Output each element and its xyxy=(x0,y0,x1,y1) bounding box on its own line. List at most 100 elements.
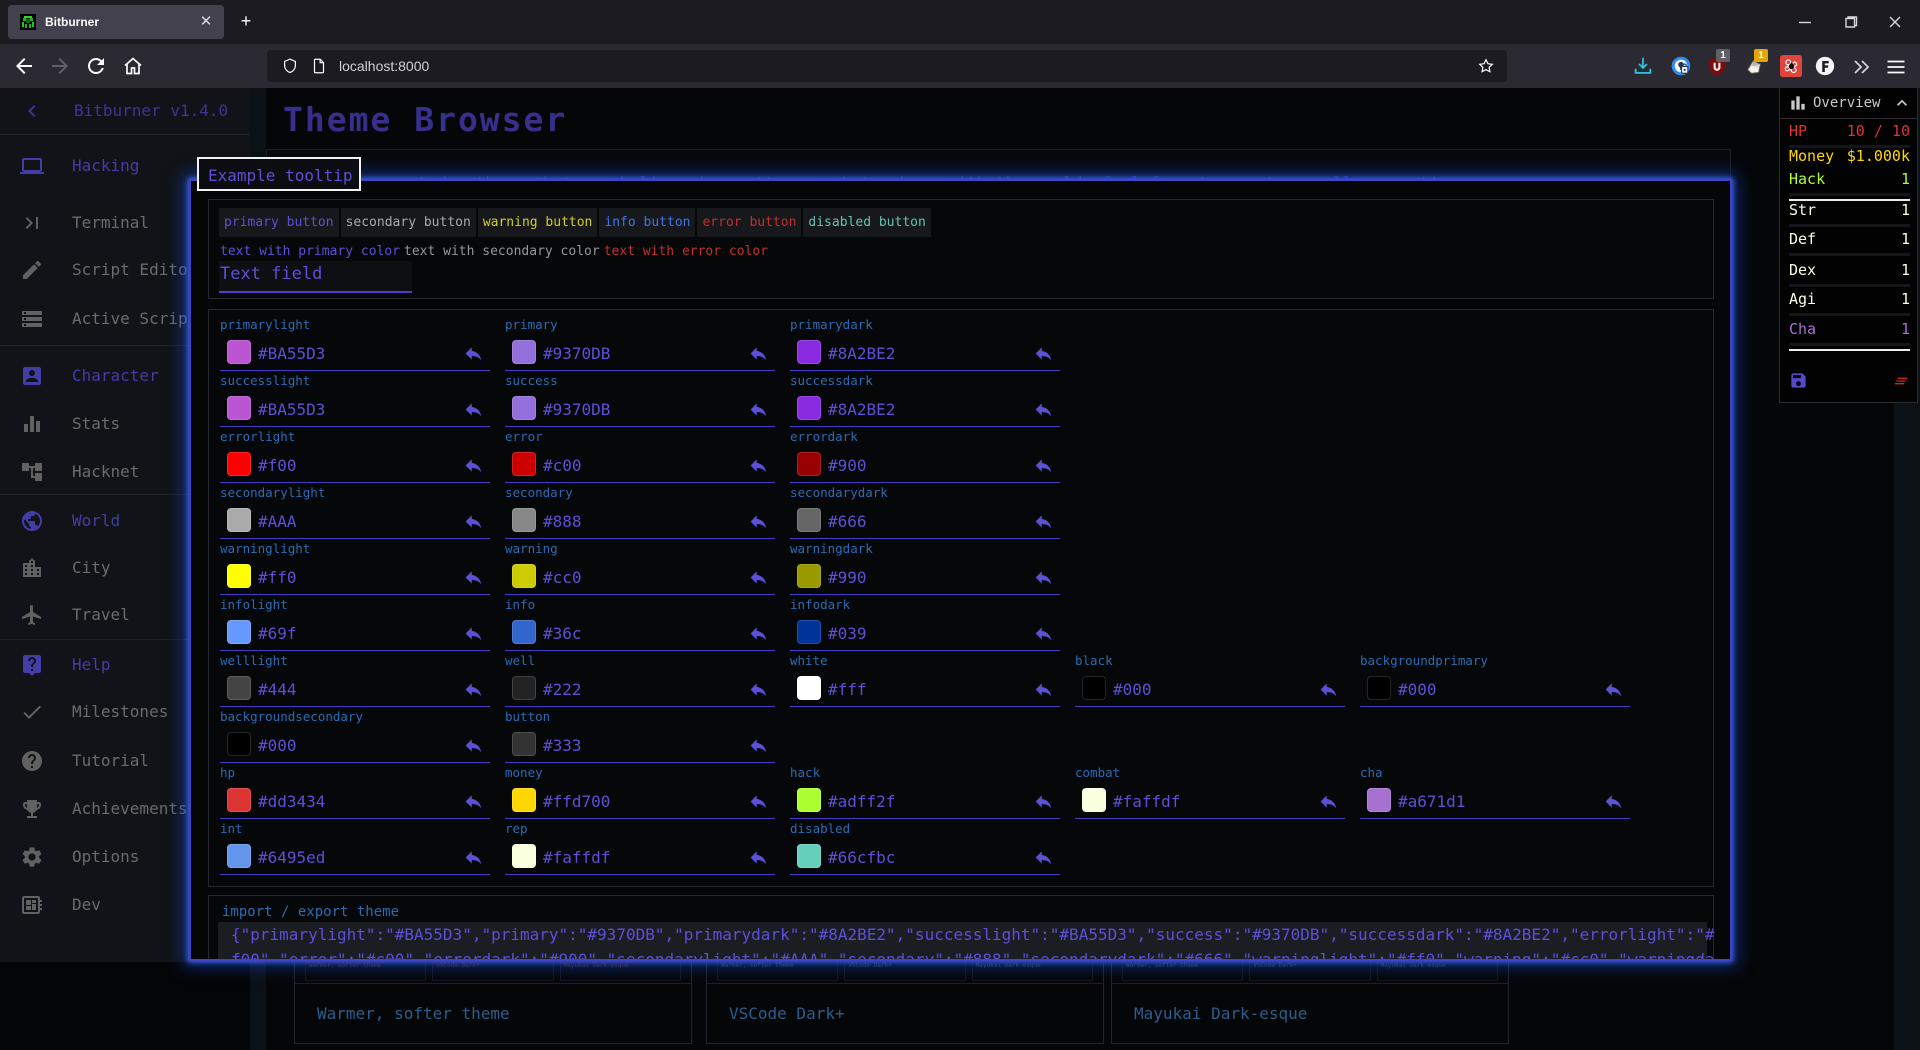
reset-color-icon[interactable] xyxy=(1033,455,1054,476)
color-hex-value[interactable]: #444 xyxy=(258,680,297,699)
color-swatch[interactable] xyxy=(227,564,251,588)
color-swatch[interactable] xyxy=(227,452,251,476)
forward-button[interactable] xyxy=(48,54,72,78)
color-swatch[interactable] xyxy=(227,732,251,756)
color-swatch[interactable] xyxy=(1367,676,1391,700)
color-swatch[interactable] xyxy=(797,676,821,700)
color-hex-value[interactable]: #cc0 xyxy=(543,568,582,587)
new-tab-button[interactable]: + xyxy=(236,12,256,32)
reset-color-icon[interactable] xyxy=(1318,679,1339,700)
reset-color-icon[interactable] xyxy=(1033,567,1054,588)
color-swatch[interactable] xyxy=(797,844,821,868)
color-hex-value[interactable]: #dd3434 xyxy=(258,792,325,811)
error-button[interactable]: error button xyxy=(697,208,801,237)
reset-color-icon[interactable] xyxy=(1033,623,1054,644)
container-extension-icon[interactable] xyxy=(1814,55,1836,77)
color-swatch[interactable] xyxy=(512,396,536,420)
color-swatch[interactable] xyxy=(1082,676,1106,700)
reset-color-icon[interactable] xyxy=(463,679,484,700)
color-hex-value[interactable]: #c00 xyxy=(543,456,582,475)
reset-color-icon[interactable] xyxy=(1603,791,1624,812)
color-hex-value[interactable]: #000 xyxy=(1113,680,1152,699)
reset-color-icon[interactable] xyxy=(463,455,484,476)
reset-color-icon[interactable] xyxy=(1033,847,1054,868)
color-hex-value[interactable]: #9370DB xyxy=(543,400,610,419)
password-manager-extension-icon[interactable] xyxy=(1670,55,1692,77)
reset-color-icon[interactable] xyxy=(463,847,484,868)
color-hex-value[interactable]: #222 xyxy=(543,680,582,699)
color-hex-value[interactable]: #000 xyxy=(1398,680,1437,699)
color-swatch[interactable] xyxy=(1367,788,1391,812)
reset-color-icon[interactable] xyxy=(1033,399,1054,420)
color-swatch[interactable] xyxy=(227,620,251,644)
color-swatch[interactable] xyxy=(797,788,821,812)
character-overview-panel[interactable]: Overview HP 10 / 10Money $1.000kHack 1St… xyxy=(1779,88,1918,403)
color-swatch[interactable] xyxy=(1082,788,1106,812)
color-swatch[interactable] xyxy=(512,732,536,756)
color-swatch[interactable] xyxy=(512,452,536,476)
reset-color-icon[interactable] xyxy=(748,735,769,756)
script-manager-extension-icon[interactable]: 1 xyxy=(1744,55,1766,77)
downloads-icon[interactable] xyxy=(1632,55,1654,77)
color-swatch[interactable] xyxy=(512,676,536,700)
window-maximize-button[interactable] xyxy=(1838,10,1862,34)
reset-color-icon[interactable] xyxy=(1033,343,1054,364)
url-text[interactable]: localhost:8000 xyxy=(339,58,1477,74)
color-hex-value[interactable]: #fff xyxy=(828,680,867,699)
toolbar-overflow-icon[interactable] xyxy=(1849,55,1873,79)
color-hex-value[interactable]: #69f xyxy=(258,624,297,643)
color-hex-value[interactable]: #66cfbc xyxy=(828,848,895,867)
color-hex-value[interactable]: #666 xyxy=(828,512,867,531)
color-hex-value[interactable]: #6495ed xyxy=(258,848,325,867)
theme-card-3[interactable]: Warmer, softer theme VSCode Dark+ Mayuka… xyxy=(1111,950,1509,1044)
save-game-icon[interactable] xyxy=(1789,371,1808,390)
color-hex-value[interactable]: #f00 xyxy=(258,456,297,475)
privacy-extension-icon[interactable] xyxy=(1780,55,1802,77)
reset-color-icon[interactable] xyxy=(463,791,484,812)
overview-collapse-icon[interactable] xyxy=(1892,93,1912,113)
page-info-icon[interactable] xyxy=(310,57,328,75)
color-hex-value[interactable]: #9370DB xyxy=(543,344,610,363)
color-swatch[interactable] xyxy=(797,452,821,476)
reset-color-icon[interactable] xyxy=(1033,679,1054,700)
kill-scripts-icon[interactable] xyxy=(1892,373,1910,389)
color-swatch[interactable] xyxy=(512,508,536,532)
reset-color-icon[interactable] xyxy=(748,511,769,532)
color-hex-value[interactable]: #8A2BE2 xyxy=(828,344,895,363)
color-swatch[interactable] xyxy=(512,564,536,588)
color-hex-value[interactable]: #36c xyxy=(543,624,582,643)
reset-color-icon[interactable] xyxy=(748,567,769,588)
shield-icon[interactable] xyxy=(281,57,299,75)
color-hex-value[interactable]: #888 xyxy=(543,512,582,531)
color-hex-value[interactable]: #ffd700 xyxy=(543,792,610,811)
home-button[interactable] xyxy=(121,54,145,78)
browser-tab[interactable]: Bitburner ✕ xyxy=(8,5,224,39)
example-text-field[interactable]: Text field xyxy=(219,261,412,291)
menu-hamburger-icon[interactable] xyxy=(1884,55,1908,79)
color-hex-value[interactable]: #AAA xyxy=(258,512,297,531)
reset-color-icon[interactable] xyxy=(463,343,484,364)
color-hex-value[interactable]: #ff0 xyxy=(258,568,297,587)
color-swatch[interactable] xyxy=(512,620,536,644)
window-minimize-button[interactable] xyxy=(1793,10,1817,34)
color-hex-value[interactable]: #faffdf xyxy=(1113,792,1180,811)
back-button[interactable] xyxy=(12,54,36,78)
color-swatch[interactable] xyxy=(512,844,536,868)
adblock-extension-icon[interactable]: 1 xyxy=(1706,55,1728,77)
reset-color-icon[interactable] xyxy=(748,343,769,364)
color-swatch[interactable] xyxy=(227,340,251,364)
secondary-button[interactable]: secondary button xyxy=(341,208,476,237)
color-swatch[interactable] xyxy=(797,396,821,420)
reset-color-icon[interactable] xyxy=(748,791,769,812)
collapse-sidebar-icon[interactable] xyxy=(20,99,44,123)
reset-color-icon[interactable] xyxy=(463,735,484,756)
primary-button[interactable]: primary button xyxy=(219,208,339,237)
color-hex-value[interactable]: #BA55D3 xyxy=(258,400,325,419)
color-hex-value[interactable]: #a671d1 xyxy=(1398,792,1465,811)
window-close-button[interactable] xyxy=(1883,10,1907,34)
color-hex-value[interactable]: #333 xyxy=(543,736,582,755)
reset-color-icon[interactable] xyxy=(463,623,484,644)
color-hex-value[interactable]: #000 xyxy=(258,736,297,755)
theme-card-2[interactable]: Warmer, softer theme VSCode Dark+ Mayuka… xyxy=(706,950,1104,1044)
color-swatch[interactable] xyxy=(512,788,536,812)
